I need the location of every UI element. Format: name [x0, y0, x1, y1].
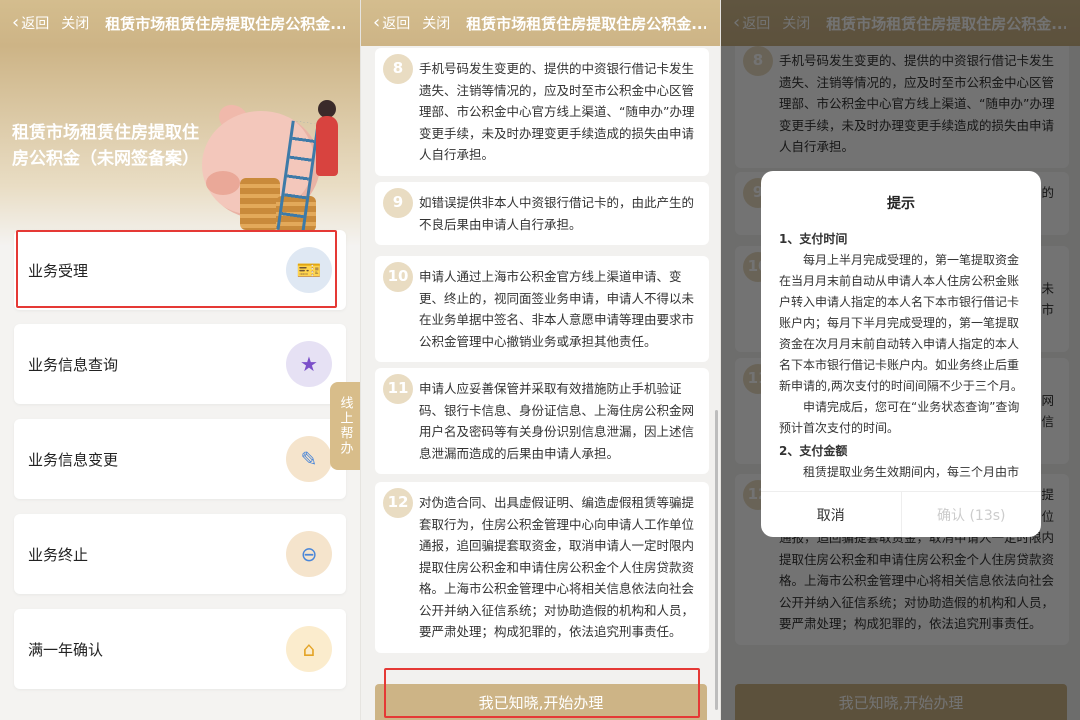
menu-screen: 租赁市场租赁住房提取住房公积金（未网签备案） ‹ 返回 关闭 租赁市场租赁住房提… — [0, 0, 360, 720]
person-illustration — [316, 116, 338, 176]
dialog-title: 提示 — [887, 196, 915, 212]
dialog-heading: 1、支付时间 — [779, 232, 848, 246]
dialog-heading: 2、支付金额 — [779, 444, 848, 458]
close-button[interactable]: 关闭 — [61, 13, 89, 33]
notice-item: 11 申请人应妥善保管并采取有效措施防止手机验证码、银行卡信息、身份证信息、上海… — [375, 368, 709, 474]
cancel-button[interactable]: 取消 — [761, 492, 901, 537]
menu-item-info-query[interactable]: 业务信息查询 ★ — [14, 324, 346, 404]
close-button[interactable]: 关闭 — [422, 13, 450, 33]
dialog-paragraph: 申请完成后，您可在“业务状态查询”查询预计首次支付的时间。 — [779, 400, 1020, 435]
back-button[interactable]: ‹ 返回 — [12, 13, 49, 33]
menu-item-terminate[interactable]: 业务终止 ⊖ — [14, 514, 346, 594]
menu-item-annual-confirm[interactable]: 满一年确认 ⌂ — [14, 609, 346, 689]
dialog-footer: 取消 确认 (13s) — [761, 491, 1041, 537]
item-number: 12 — [383, 488, 413, 518]
menu-item-label: 业务终止 — [28, 545, 89, 564]
item-text: 对伪造合同、出具虚假证明、编造虚假租赁等骗提套取行为，住房公积金管理中心向申请人… — [419, 495, 695, 639]
chevron-left-icon: ‹ — [373, 12, 381, 33]
notice-dialog-screen: 8 手机号码发生变更的、提供的中资银行借记卡发生遗失、注销等情况的，应及时至市公… — [720, 0, 1080, 720]
chevron-left-icon: ‹ — [12, 12, 20, 33]
phone-edit-icon: ✎ — [286, 436, 332, 482]
highlight-box — [16, 230, 337, 308]
scrollbar[interactable] — [715, 410, 718, 710]
dialog-body[interactable]: 1、支付时间 每月上半月完成受理的，第一笔提取资金在当月月末前自动从申请人本人住… — [761, 213, 1041, 489]
notice-screen: 8 手机号码发生变更的、提供的中资银行借记卡发生遗失、注销等情况的，应及时至市公… — [360, 0, 720, 720]
notice-item: 8 手机号码发生变更的、提供的中资银行借记卡发生遗失、注销等情况的，应及时至市公… — [375, 48, 709, 176]
dialog-paragraph: 每月上半月完成受理的，第一笔提取资金在当月月末前自动从申请人本人住房公积金账户转… — [779, 253, 1023, 393]
item-number: 8 — [383, 54, 413, 84]
nav-bar: ‹ 返回 关闭 租赁市场租赁住房提取住房公积金... — [0, 0, 360, 46]
nav-bar: ‹ 返回 关闭 租赁市场租赁住房提取住房公积金... — [361, 0, 720, 46]
dialog-paragraph: 租赁提取业务生效期间内，每三个月由市 — [803, 465, 1020, 479]
item-number: 11 — [383, 374, 413, 404]
phone-stop-icon: ⊖ — [286, 531, 332, 577]
back-label: 返回 — [21, 16, 50, 32]
menu-item-label: 满一年确认 — [28, 640, 104, 659]
notice-item: 9 如错误提供非本人中资银行借记卡的，由此产生的不良后果由申请人自行承担。 — [375, 182, 709, 245]
cards-icon: ★ — [286, 341, 332, 387]
item-number: 10 — [383, 262, 413, 292]
highlight-box — [384, 668, 700, 718]
menu-item-info-change[interactable]: 业务信息变更 ✎ — [14, 419, 346, 499]
item-text: 申请人应妥善保管并采取有效措施防止手机验证码、银行卡信息、身份证信息、上海住房公… — [419, 381, 695, 461]
item-text: 申请人通过上海市公积金官方线上渠道申请、变更、终止的，视同面签业务申请，申请人不… — [419, 269, 695, 349]
menu-item-label: 业务信息变更 — [28, 450, 119, 469]
screenshot-stage: 租赁市场租赁住房提取住房公积金（未网签备案） ‹ 返回 关闭 租赁市场租赁住房提… — [0, 0, 1080, 720]
notice-item: 10 申请人通过上海市公积金官方线上渠道申请、变更、终止的，视同面签业务申请，申… — [375, 256, 709, 362]
house-yen-icon: ⌂ — [286, 626, 332, 672]
hero-title: 租赁市场租赁住房提取住房公积金（未网签备案） — [12, 123, 199, 169]
page-title: 租赁市场租赁住房提取住房公积金... — [105, 14, 346, 33]
notice-item: 12 对伪造合同、出具虚假证明、编造虚假租赁等骗提套取行为，住房公积金管理中心向… — [375, 482, 709, 653]
confirm-countdown-button[interactable]: 确认 (13s) — [900, 492, 1042, 537]
piggy-nose-illustration — [206, 171, 240, 195]
menu-item-label: 业务信息查询 — [28, 355, 119, 374]
item-text: 如错误提供非本人中资银行借记卡的，由此产生的不良后果由申请人自行承担。 — [419, 195, 695, 232]
page-title: 租赁市场租赁住房提取住房公积金... — [466, 14, 707, 33]
back-button[interactable]: ‹ 返回 — [373, 13, 410, 33]
item-number: 9 — [383, 188, 413, 218]
online-help-tab[interactable]: 线上帮办 — [330, 382, 360, 470]
back-label: 返回 — [382, 16, 411, 32]
hero-banner: 租赁市场租赁住房提取住房公积金（未网签备案） — [0, 46, 360, 246]
coin-stack-illustration — [240, 178, 280, 230]
item-text: 手机号码发生变更的、提供的中资银行借记卡发生遗失、注销等情况的，应及时至市公积金… — [419, 61, 695, 162]
tip-dialog: 提示 1、支付时间 每月上半月完成受理的，第一笔提取资金在当月月末前自动从申请人… — [761, 171, 1041, 537]
